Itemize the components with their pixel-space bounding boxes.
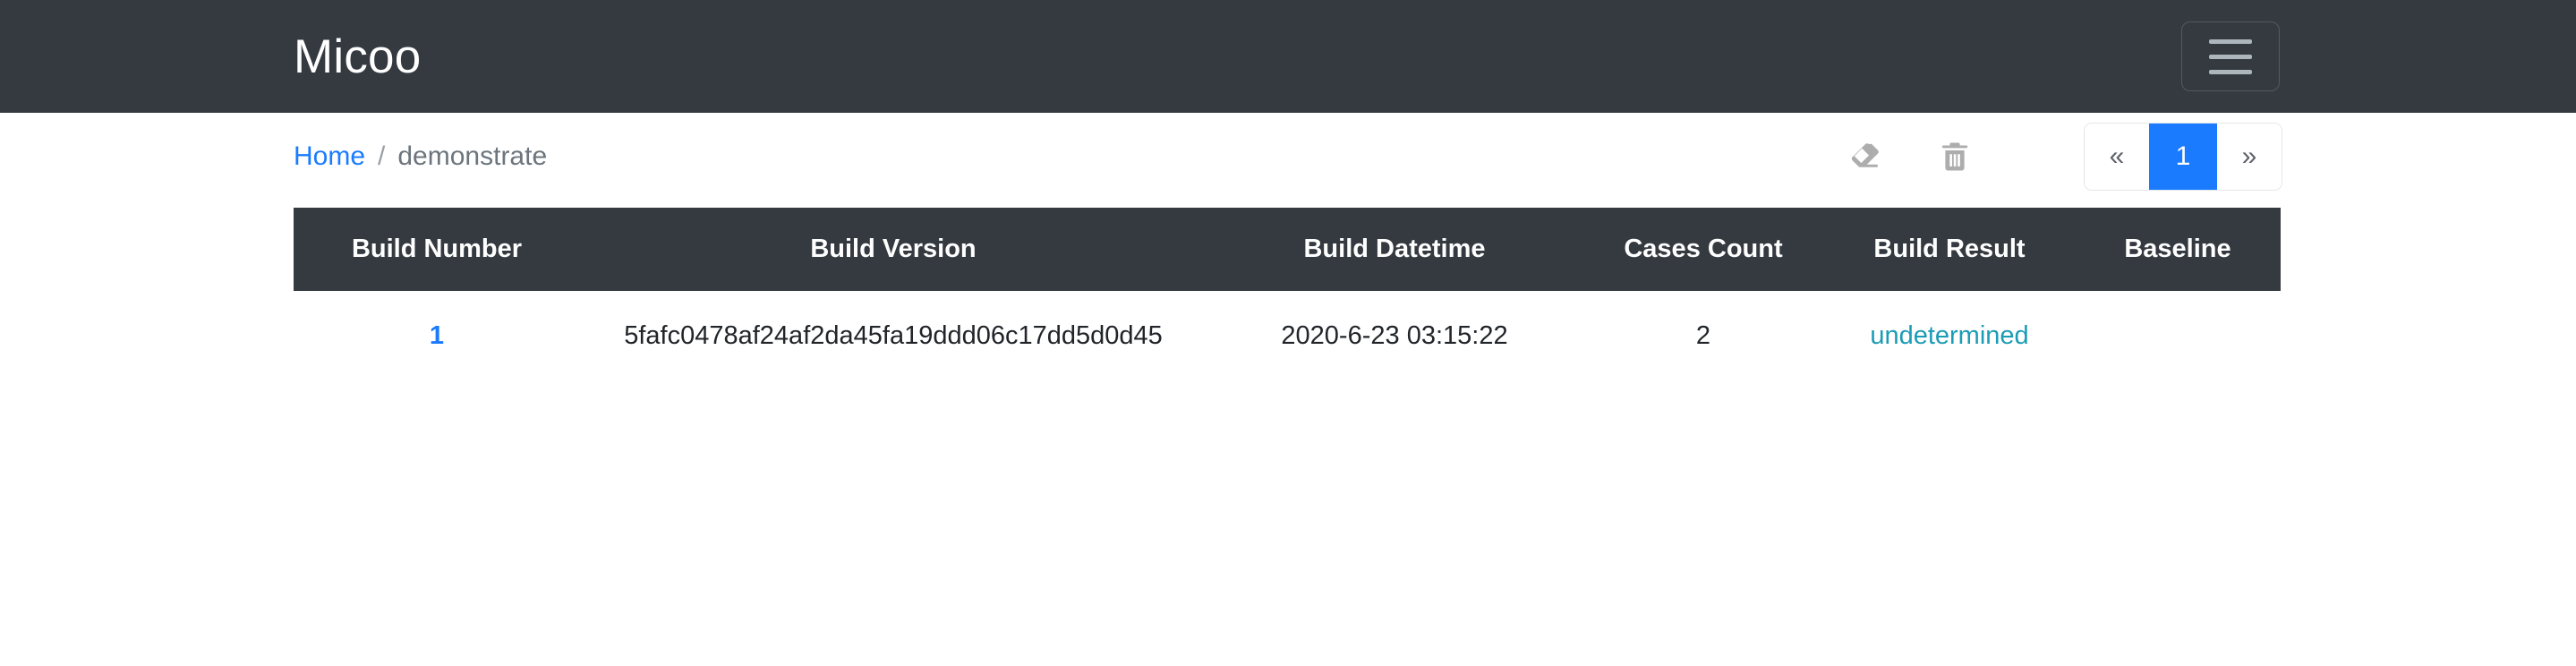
build-number-link[interactable]: 1 <box>430 321 444 350</box>
breadcrumb-separator: / <box>378 141 386 171</box>
header-build-number: Build Number <box>351 235 523 263</box>
toolbar-row: Home / demonstrate « 1 » <box>294 113 2282 201</box>
top-navbar: Micoo <box>0 0 2576 113</box>
hamburger-menu-button[interactable] <box>2181 21 2280 91</box>
hamburger-icon-bar-3 <box>2209 69 2252 74</box>
builds-table: Build Number Build Version Build Datetim… <box>294 208 2281 382</box>
brand-title: Micoo <box>294 30 422 83</box>
cell-build-number: 1 <box>294 291 580 382</box>
header-baseline: Baseline <box>2124 235 2231 263</box>
pagination: « 1 » <box>2084 123 2282 191</box>
hamburger-icon-bar-2 <box>2209 54 2252 59</box>
builds-table-body: 1 5fafc0478af24af2da45fa19ddd06c17dd5d0d… <box>294 291 2281 382</box>
cell-build-version: 5fafc0478af24af2da45fa19ddd06c17dd5d0d45 <box>580 291 1207 382</box>
clear-builds-button[interactable] <box>1831 125 1899 188</box>
breadcrumb: Home / demonstrate <box>294 141 547 172</box>
hamburger-icon-bar-1 <box>2209 38 2252 44</box>
table-row: 1 5fafc0478af24af2da45fa19ddd06c17dd5d0d… <box>294 291 2281 382</box>
eraser-icon <box>1847 139 1883 175</box>
header-build-datetime: Build Datetime <box>1303 235 1486 263</box>
delete-builds-button[interactable] <box>1921 125 1989 188</box>
build-result-status: undetermined <box>1870 321 2029 350</box>
header-cases-count: Cases Count <box>1624 235 1783 263</box>
breadcrumb-home-link[interactable]: Home <box>294 141 365 172</box>
cell-baseline <box>2075 291 2281 382</box>
pagination-prev-button[interactable]: « <box>2085 124 2149 190</box>
cell-cases-count: 2 <box>1582 291 1824 382</box>
toolbar-actions: « 1 » <box>1831 123 2282 191</box>
main-container: Home / demonstrate « 1 » Build Number Bu… <box>0 113 2576 382</box>
builds-table-head: Build Number Build Version Build Datetim… <box>294 208 2281 291</box>
cell-build-result: undetermined <box>1824 291 2075 382</box>
pagination-page-1[interactable]: 1 <box>2149 124 2217 190</box>
builds-table-header-row: Build Number Build Version Build Datetim… <box>294 208 2281 291</box>
pagination-next-button[interactable]: » <box>2217 124 2282 190</box>
cell-build-datetime: 2020-6-23 03:15:22 <box>1207 291 1582 382</box>
header-build-version: Build Version <box>810 235 977 263</box>
builds-table-wrapper: Build Number Build Version Build Datetim… <box>294 208 2282 382</box>
breadcrumb-current-project: demonstrate <box>397 141 548 171</box>
header-build-result: Build Result <box>1873 235 2026 263</box>
trash-icon <box>1938 139 1972 175</box>
